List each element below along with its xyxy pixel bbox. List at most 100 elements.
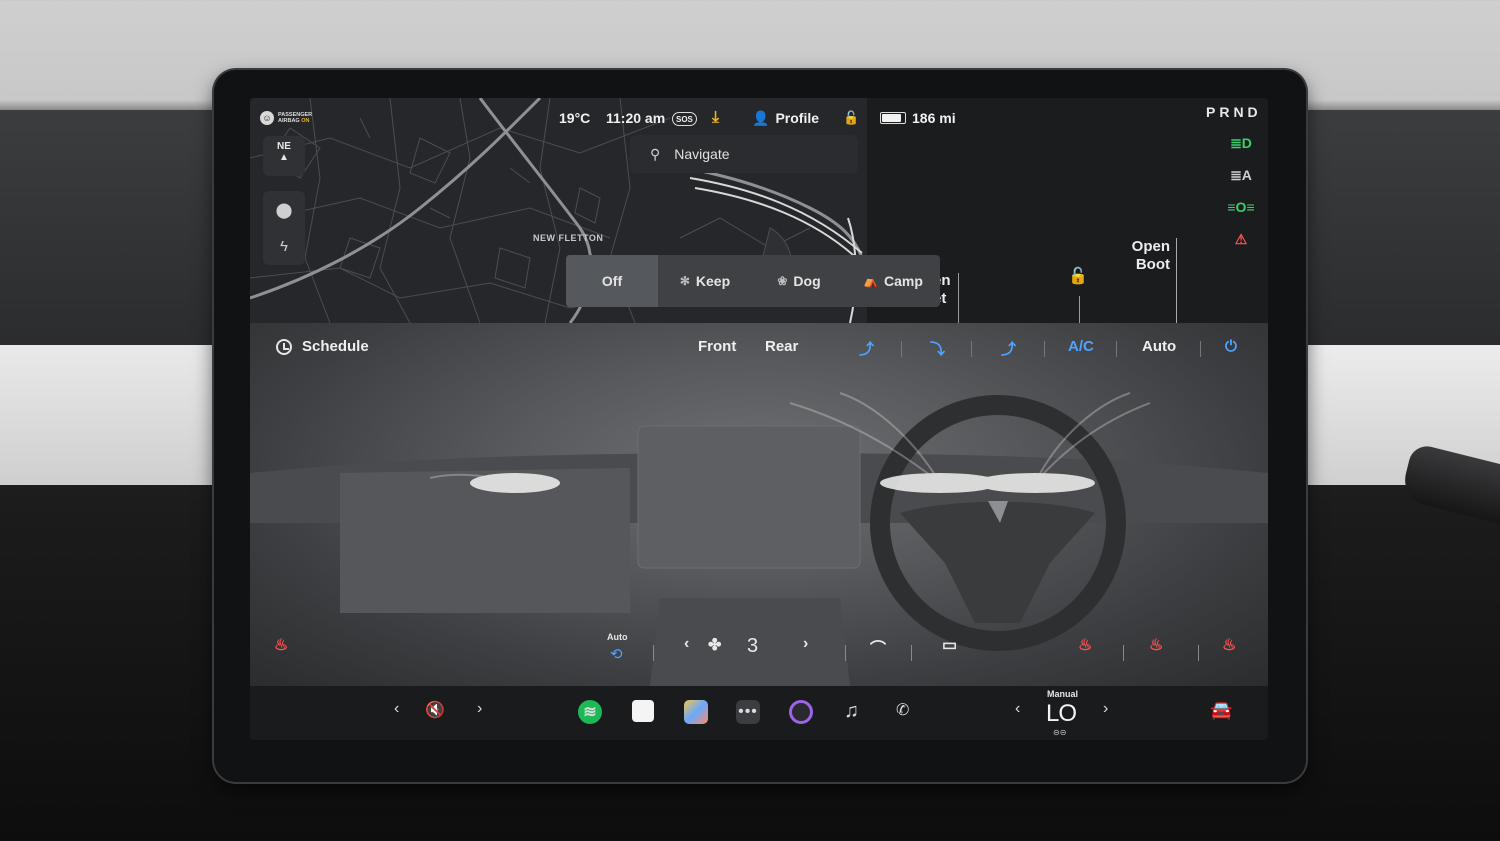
app-square-icon[interactable] (632, 700, 654, 722)
passenger-airbag-indicator: ☺ PASSENGER AIRBAG ON (260, 111, 312, 125)
separator (911, 645, 912, 661)
sos-button[interactable]: SOS (672, 112, 697, 126)
search-icon: ⚲ (650, 145, 661, 162)
compass-arrow-icon: ▲ (279, 152, 289, 163)
rear-defrost-icon[interactable]: ▭ (942, 635, 957, 655)
map-controls: ⬤ ϟ (263, 191, 305, 265)
mode-camp[interactable]: ⛺ Camp (846, 255, 940, 307)
map-place-label: NEW FLETTON (533, 233, 604, 243)
fan-decrease-button[interactable]: ‹ (684, 635, 689, 653)
battery-icon (880, 112, 906, 124)
touchscreen: NEW FLETTON ☺ PASSENGER AIRBAG ON NE ▲ ⬤… (250, 98, 1268, 740)
boot-line (1176, 238, 1177, 323)
clock-icon (276, 338, 292, 355)
volume-down-button[interactable]: ‹ (394, 700, 399, 718)
airflow-feet-icon[interactable]: ⤵ (930, 338, 945, 359)
open-boot-button[interactable]: Open Boot (1120, 238, 1170, 274)
unlock-icon[interactable]: 🔓 (843, 108, 859, 128)
door-lock-icon[interactable]: 🔓 (1068, 266, 1088, 286)
range-value: 186 mi (912, 110, 956, 126)
compass-button[interactable]: NE ▲ (263, 136, 305, 176)
mode-off-label: Off (601, 273, 623, 289)
airbag-line2: AIRBAG (278, 118, 300, 124)
mode-dog[interactable]: ❀ Dog (752, 255, 846, 307)
airflow-windscreen-icon[interactable]: ⤴ (1001, 338, 1016, 359)
recirculation-icon[interactable]: ⟲ (610, 645, 623, 663)
separator (845, 645, 846, 661)
schedule-button[interactable]: Schedule (276, 338, 369, 355)
lock-line (1079, 296, 1080, 323)
ac-button[interactable]: A/C (1068, 338, 1094, 355)
seatbelt-warning-icon: ⚠ (1234, 230, 1248, 247)
car-icon[interactable]: 🚘 (1210, 700, 1232, 721)
indicator-icons: ≣D ≣A ≡O≡ ⚠ (1227, 133, 1255, 249)
camera-app-icon[interactable] (789, 700, 813, 724)
front-defrost-icon[interactable]: ⌒ (870, 635, 886, 659)
frunk-line (958, 273, 959, 323)
music-icon[interactable]: ♫ (844, 700, 859, 723)
separator (971, 341, 972, 357)
temp-increase-button[interactable]: › (1103, 700, 1108, 718)
boot-label-line2: Boot (1135, 256, 1170, 273)
navigate-search[interactable]: ⚲ Navigate (630, 135, 858, 173)
paw-icon: ❀ (777, 274, 788, 288)
fan-increase-button[interactable]: › (803, 635, 808, 653)
compass-heading: NE (277, 141, 291, 152)
location-pin-icon[interactable]: ⬤ (263, 191, 305, 228)
mode-keep-label: Keep (695, 273, 731, 289)
airbag-state: ON (301, 118, 310, 124)
download-icon[interactable]: ⤓ (712, 108, 719, 128)
profile-button[interactable]: 👤 Profile (752, 108, 819, 128)
clock: 11:20 am (606, 110, 666, 126)
more-apps-icon[interactable]: ••• (736, 700, 760, 724)
separator (1044, 341, 1045, 357)
steering-wheel-heater-icon[interactable]: ♨ (1078, 635, 1092, 655)
separator (901, 341, 902, 357)
mute-icon[interactable]: 🔇 (425, 700, 445, 720)
outside-temperature: 19°C (559, 110, 591, 126)
separator (653, 645, 654, 661)
headlights-icon: ≣D (1230, 134, 1252, 151)
auto-headlights-icon: ≣A (1230, 166, 1252, 183)
separator (1200, 341, 1201, 357)
battery-range: 186 mi (880, 108, 956, 128)
temperature-setting[interactable]: LO (1046, 700, 1077, 728)
fan-keep-icon: ✻ (679, 274, 690, 288)
mode-camp-label: Camp (884, 273, 923, 289)
auto-button[interactable]: Auto (1142, 338, 1176, 355)
volume-up-button[interactable]: › (477, 700, 482, 718)
phone-icon[interactable]: ✆ (896, 700, 909, 720)
parking-lights-icon: ≡O≡ (1227, 199, 1255, 215)
temp-decrease-button[interactable]: ‹ (1015, 700, 1020, 718)
climate-panel: Schedule Front Rear ⤴ ⤵ ⤴ A/C Auto ⏻ ♨ A… (250, 323, 1268, 686)
recirc-auto-label: Auto (607, 632, 628, 642)
search-placeholder: Navigate (674, 146, 730, 162)
airbag-icon: ☺ (260, 111, 274, 125)
gear-indicator: PRND (1206, 104, 1262, 120)
fan-icon: ✤ (708, 637, 722, 654)
seat-icons: ⊝⊝ (1053, 728, 1067, 737)
profile-label: Profile (775, 110, 820, 126)
driver-seat-heater-icon[interactable]: ♨ (274, 635, 288, 655)
climate-keep-modes: Off ✻ Keep ❀ Dog ⛺ Camp (566, 255, 940, 307)
mode-off[interactable]: Off (566, 255, 658, 307)
wiper-heater-icon[interactable]: ♨ (1149, 635, 1163, 655)
tab-front[interactable]: Front (698, 338, 736, 355)
tab-rear[interactable]: Rear (765, 338, 798, 355)
tent-icon: ⛺ (863, 274, 879, 288)
separator (1123, 645, 1124, 661)
charging-icon[interactable]: ϟ (263, 228, 305, 265)
power-icon[interactable]: ⏻ (1225, 338, 1237, 355)
mode-keep[interactable]: ✻ Keep (658, 255, 752, 307)
passenger-seat-heater-icon[interactable]: ♨ (1222, 635, 1236, 655)
dash-trim-left (0, 345, 240, 485)
cabin-illustration (250, 392, 1268, 686)
boot-label-line1: Open (1131, 238, 1170, 255)
airflow-face-icon[interactable]: ⤴ (859, 338, 874, 359)
app-dock: ‹ 🔇 › ≋ ••• ♫ ✆ ‹ Manual LO ⊝⊝ › 🚘 (250, 686, 1268, 740)
person-icon: 👤 (752, 109, 770, 126)
fan-speed: 3 (747, 635, 759, 657)
spotify-icon[interactable]: ≋ (578, 700, 602, 724)
manual-label: Manual (1047, 689, 1079, 699)
photos-app-icon[interactable] (684, 700, 708, 724)
